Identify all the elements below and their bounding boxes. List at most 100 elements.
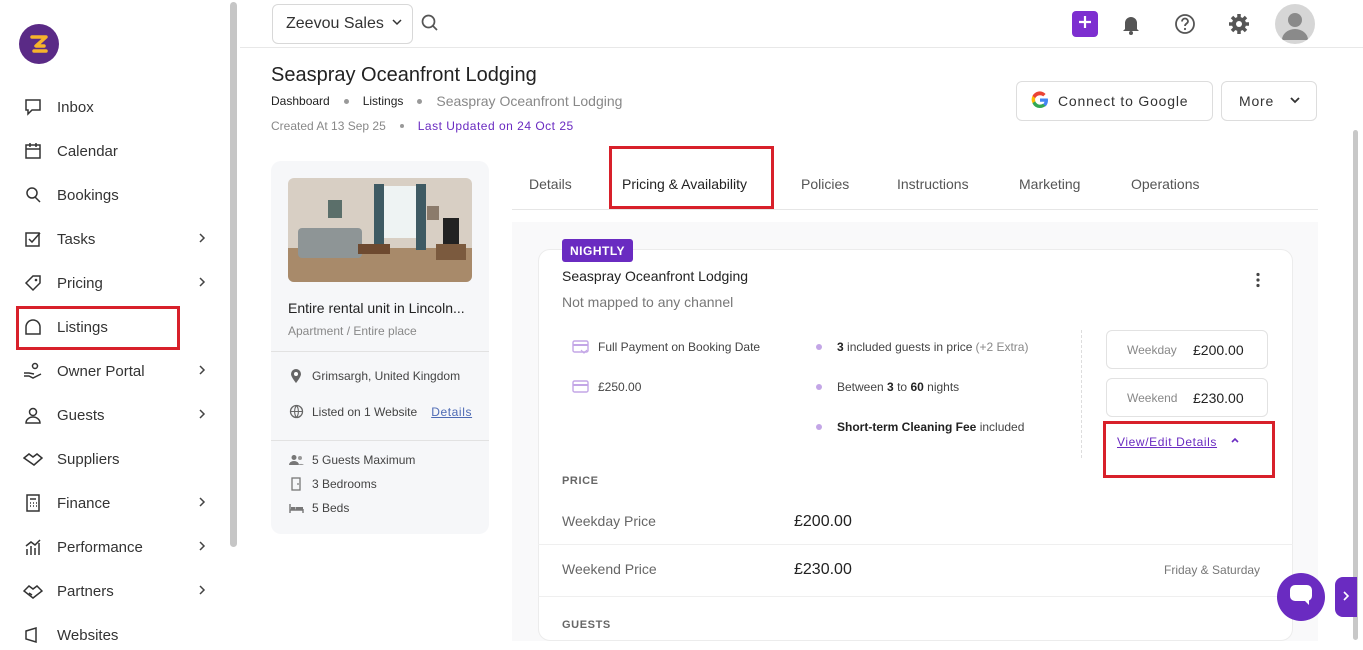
channel-mapping-status: Not mapped to any channel — [562, 294, 734, 310]
nights-post: nights — [927, 380, 960, 394]
sidebar-item-pricing[interactable]: Pricing — [22, 268, 217, 298]
sidebar-item-label: Suppliers — [57, 450, 120, 468]
bed-icon — [288, 502, 304, 514]
sidebar-item-label: Partners — [57, 582, 114, 600]
chevron-down-icon — [1288, 93, 1302, 110]
add-button[interactable] — [1072, 11, 1098, 37]
kebab-menu-icon[interactable] — [1255, 272, 1261, 293]
pricing-tab-highlight — [609, 146, 774, 209]
sidebar-item-bookings[interactable]: Bookings — [22, 180, 217, 210]
chevron-right-icon — [195, 495, 209, 513]
sidebar-item-label: Calendar — [57, 142, 118, 160]
security-deposit: £250.00 — [572, 380, 641, 394]
weekday-price-box: Weekday £200.00 — [1106, 330, 1268, 369]
details-link[interactable]: Details — [431, 405, 472, 419]
sidebar-item-label: Finance — [57, 494, 111, 512]
handshake-icon — [22, 448, 44, 470]
view-edit-highlight — [1103, 421, 1275, 478]
rate-plan-title: Seaspray Oceanfront Lodging — [562, 268, 749, 284]
tab-operations[interactable]: Operations — [1131, 176, 1199, 192]
chat-button[interactable] — [1277, 573, 1325, 621]
side-panel-toggle[interactable] — [1335, 577, 1357, 617]
location-pin-icon — [288, 368, 304, 384]
cleaning-fee-status: included — [979, 420, 1025, 434]
sidebar-item-owner-portal[interactable]: Owner Portal — [22, 356, 217, 386]
user-icon — [22, 404, 44, 426]
property-photo[interactable] — [288, 178, 472, 282]
bullet-dot — [816, 424, 822, 430]
gear-icon[interactable] — [1228, 13, 1250, 40]
weekend-days-note: Friday & Saturday — [1164, 563, 1261, 577]
sidebar-item-websites[interactable]: Websites — [22, 620, 217, 650]
weekday-price-label: Weekday Price — [562, 513, 656, 529]
connect-google-label: Connect to Google — [1058, 93, 1189, 109]
sidebar-item-guests[interactable]: Guests — [22, 400, 217, 430]
plus-icon — [1078, 15, 1092, 34]
deposit-text: £250.00 — [598, 380, 642, 394]
weekend-price-box: Weekend £230.00 — [1106, 378, 1268, 417]
included-guests: 3 included guests in price (+2 Extra) — [816, 340, 1028, 354]
tab-instructions[interactable]: Instructions — [897, 176, 969, 192]
chevron-right-icon — [195, 539, 209, 557]
tab-details[interactable]: Details — [529, 176, 572, 192]
bullet-dot — [816, 384, 822, 390]
connect-google-button[interactable]: Connect to Google — [1016, 81, 1213, 121]
sidebar-item-label: Tasks — [57, 230, 96, 248]
more-button[interactable]: More — [1221, 81, 1317, 121]
listing-meta: Created At 13 Sep 25 Last Updated on 24 … — [271, 119, 574, 133]
property-beds: 5 Beds — [288, 501, 349, 515]
zeevou-logo[interactable] — [19, 24, 59, 64]
partners-icon — [22, 580, 44, 602]
sidebar-item-inbox[interactable]: Inbox — [22, 92, 217, 122]
website-icon — [22, 624, 44, 646]
chevron-down-icon — [390, 15, 404, 34]
sidebar-item-label: Performance — [57, 538, 143, 556]
sidebar-item-performance[interactable]: Performance — [22, 532, 217, 562]
tab-policies[interactable]: Policies — [801, 176, 849, 192]
search-icon[interactable] — [420, 13, 440, 38]
tab-marketing[interactable]: Marketing — [1019, 176, 1080, 192]
payment-text: Full Payment on Booking Date — [598, 340, 761, 354]
property-guests: 5 Guests Maximum — [288, 453, 415, 467]
sidebar-item-suppliers[interactable]: Suppliers — [22, 444, 217, 474]
divider — [271, 351, 489, 352]
avatar[interactable] — [1275, 4, 1315, 44]
guests-section-heading: GUESTS — [562, 619, 611, 631]
sidebar-scrollbar[interactable] — [230, 2, 237, 547]
credit-card-icon — [572, 340, 589, 354]
bookings-icon — [22, 184, 44, 206]
payment-terms: Full Payment on Booking Date — [572, 340, 760, 354]
help-icon[interactable] — [1174, 13, 1196, 40]
sidebar-item-tasks[interactable]: Tasks — [22, 224, 217, 254]
page-scrollbar[interactable] — [1353, 130, 1358, 640]
chart-icon — [22, 536, 44, 558]
chevron-right-icon — [195, 363, 209, 381]
divider — [538, 596, 1293, 597]
sidebar-item-partners[interactable]: Partners — [22, 576, 217, 606]
divider — [1081, 330, 1082, 458]
weekend-label: Weekend — [1127, 390, 1178, 405]
weekend-price-value: £230.00 — [794, 561, 852, 578]
separator-dot — [343, 98, 349, 104]
breadcrumb: Dashboard Listings Seaspray Oceanfront L… — [271, 93, 622, 109]
weekday-value: £200.00 — [1193, 341, 1244, 358]
breadcrumb-listings[interactable]: Listings — [363, 94, 404, 108]
page-title: Seaspray Oceanfront Lodging — [271, 64, 537, 86]
breadcrumb-current: Seaspray Oceanfront Lodging — [436, 93, 623, 109]
sidebar-item-finance[interactable]: Finance — [22, 488, 217, 518]
separator-dot — [399, 124, 404, 128]
workspace-select[interactable]: Zeevou Sales — [272, 4, 413, 44]
night-range: Between 3 to 60 nights — [816, 380, 959, 394]
bell-icon[interactable] — [1121, 13, 1141, 40]
divider — [271, 440, 489, 441]
chevron-right-icon — [1342, 590, 1350, 604]
chevron-right-icon — [195, 275, 209, 293]
users-icon — [288, 454, 304, 466]
breadcrumb-dashboard[interactable]: Dashboard — [271, 94, 330, 108]
created-date: Created At 13 Sep 25 — [271, 119, 386, 133]
location-text: Grimsargh, United Kingdom — [312, 369, 461, 383]
bullet-dot — [816, 344, 822, 350]
property-bedrooms: 3 Bedrooms — [288, 477, 377, 491]
updated-date: Last Updated on 24 Oct 25 — [417, 119, 574, 133]
sidebar-item-calendar[interactable]: Calendar — [22, 136, 217, 166]
